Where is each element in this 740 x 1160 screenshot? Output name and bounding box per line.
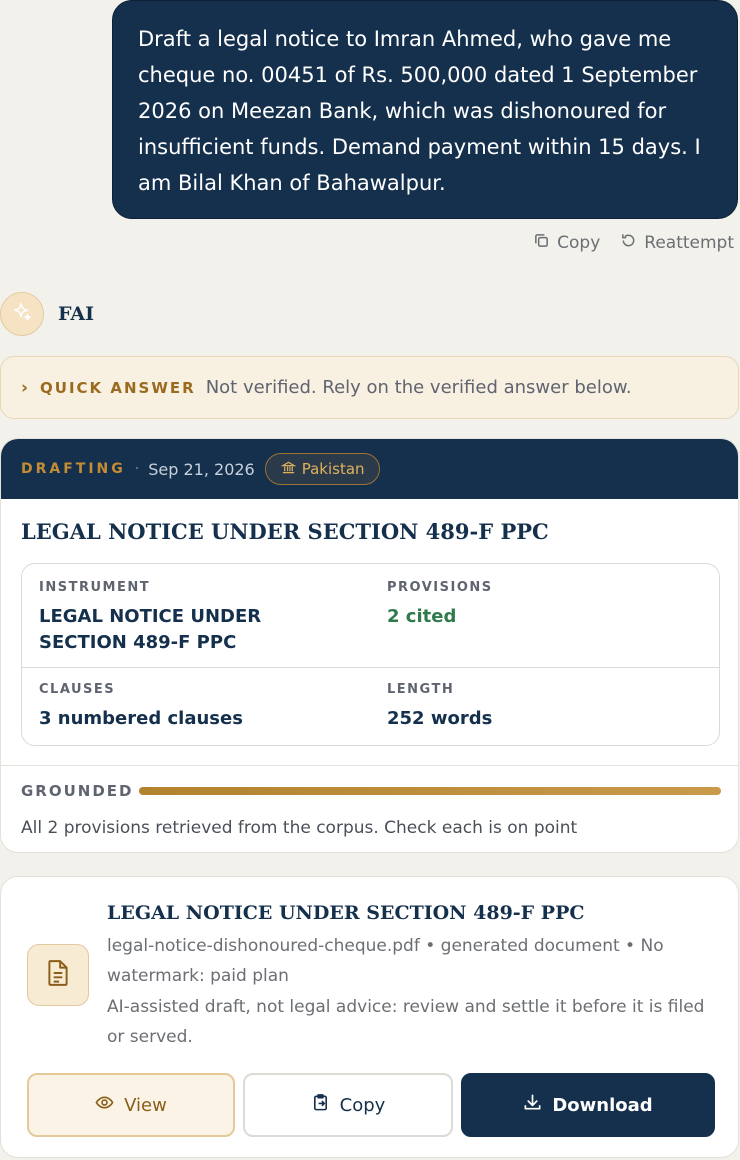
clauses-cell: CLAUSES 3 numbered clauses	[39, 682, 349, 732]
grounded-progress-fill	[139, 787, 721, 795]
provisions-cell: PROVISIONS 2 cited	[387, 580, 687, 630]
document-title: LEGAL NOTICE UNDER SECTION 489-F PPC	[107, 902, 585, 924]
provisions-label: PROVISIONS	[387, 580, 493, 595]
length-label: LENGTH	[387, 682, 455, 697]
user-message-text: Draft a legal notice to Imran Ahmed, who…	[138, 27, 701, 195]
view-button[interactable]: View	[27, 1073, 235, 1137]
document-disclaimer: AI-assisted draft, not legal advice: rev…	[107, 997, 705, 1047]
jurisdiction-badge: Pakistan	[264, 453, 380, 485]
message-actions: Copy Reattempt	[533, 232, 734, 254]
clipboard-icon	[311, 1093, 330, 1117]
copy-icon	[533, 232, 550, 254]
draft-title: LEGAL NOTICE UNDER SECTION 489-F PPC	[21, 519, 549, 544]
reattempt-button[interactable]: Reattempt	[620, 232, 734, 254]
document-icon	[45, 959, 71, 991]
bank-building-icon	[280, 460, 297, 479]
download-button[interactable]: Download	[461, 1073, 715, 1137]
grounded-progress-bar	[139, 787, 721, 795]
copy-document-button[interactable]: Copy	[243, 1073, 453, 1137]
instrument-cell: INSTRUMENT LEGAL NOTICE UNDER SECTION 48…	[39, 580, 349, 656]
assistant-header: FAI	[0, 292, 94, 336]
grid-divider	[22, 667, 719, 668]
instrument-label: INSTRUMENT	[39, 580, 151, 595]
quick-answer-text: Not verified. Rely on the verified answe…	[205, 377, 632, 398]
chevron-right-icon: ›	[21, 377, 29, 398]
download-label: Download	[552, 1094, 653, 1116]
grounded-label: GROUNDED	[21, 782, 134, 800]
jurisdiction-label: Pakistan	[301, 460, 365, 478]
clauses-label: CLAUSES	[39, 682, 116, 697]
provisions-value: 2 cited	[387, 606, 457, 627]
assistant-name: FAI	[58, 303, 95, 325]
instrument-value: LEGAL NOTICE UNDER SECTION 489-F PPC	[39, 606, 262, 653]
copy-label: Copy	[557, 233, 601, 253]
draft-details-grid: INSTRUMENT LEGAL NOTICE UNDER SECTION 48…	[21, 563, 720, 746]
quick-answer-label: QUICK ANSWER	[40, 378, 196, 397]
grounded-note: All 2 provisions retrieved from the corp…	[21, 818, 578, 838]
sparkle-icon	[11, 301, 33, 327]
document-card: LEGAL NOTICE UNDER SECTION 489-F PPC leg…	[0, 876, 739, 1158]
mode-label: DRAFTING	[21, 461, 126, 477]
quick-answer-toggle[interactable]: › QUICK ANSWER Not verified. Rely on the…	[0, 356, 739, 419]
reattempt-label: Reattempt	[644, 233, 734, 253]
assistant-avatar	[0, 292, 44, 336]
copy-message-button[interactable]: Copy	[533, 232, 600, 254]
download-icon	[523, 1093, 542, 1117]
grounded-divider	[1, 765, 738, 766]
clauses-value: 3 numbered clauses	[39, 708, 243, 729]
document-meta: legal-notice-dishonoured-cheque.pdf • ge…	[107, 936, 664, 986]
document-icon-wrapper	[27, 944, 89, 1006]
reattempt-icon	[620, 232, 637, 254]
user-message-bubble: Draft a legal notice to Imran Ahmed, who…	[112, 0, 738, 219]
view-label: View	[124, 1094, 167, 1116]
eye-icon	[95, 1093, 114, 1117]
separator-dot: ·	[134, 461, 140, 477]
length-value: 252 words	[387, 708, 493, 729]
copy-document-label: Copy	[339, 1094, 386, 1116]
length-cell: LENGTH 252 words	[387, 682, 687, 732]
drafting-card: DRAFTING · Sep 21, 2026 Pakistan LEGAL N…	[0, 438, 739, 853]
drafting-card-header: DRAFTING · Sep 21, 2026 Pakistan	[1, 439, 738, 499]
draft-date: Sep 21, 2026	[148, 459, 255, 479]
